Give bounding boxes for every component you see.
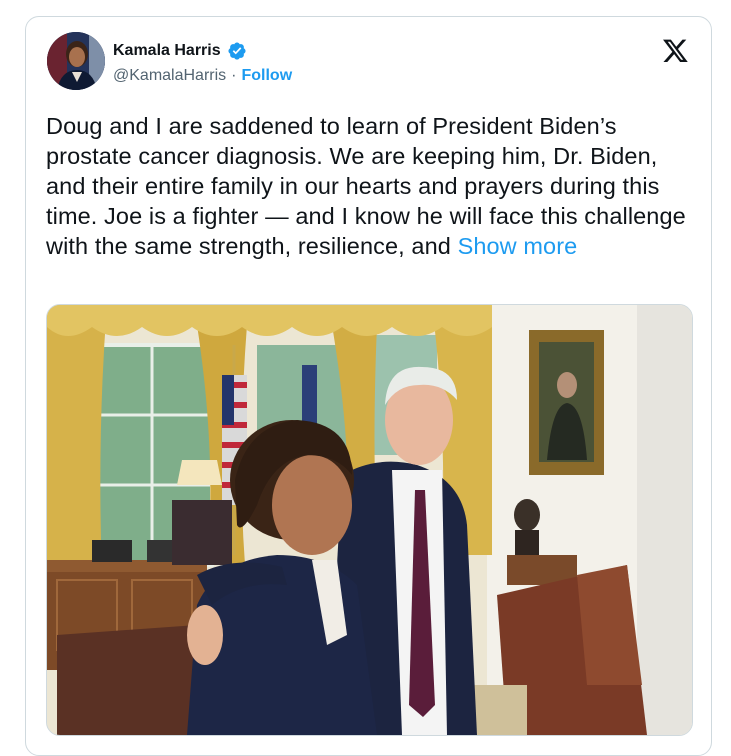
avatar[interactable]: [47, 32, 105, 90]
tweet-photo[interactable]: [46, 304, 693, 736]
tweet-body: Doug and I are saddened to learn of Pres…: [46, 113, 686, 259]
verified-badge-icon: [228, 42, 246, 60]
tweet-card[interactable]: Kamala Harris @KamalaHarris · Follow Dou…: [25, 16, 712, 756]
follow-button[interactable]: Follow: [241, 67, 292, 85]
author-name[interactable]: Kamala Harris: [113, 42, 221, 60]
author-handle[interactable]: @KamalaHarris: [113, 67, 226, 85]
avatar-photo: [47, 32, 105, 90]
show-more-link[interactable]: Show more: [458, 233, 578, 259]
tweet-text: Doug and I are saddened to learn of Pres…: [46, 111, 686, 261]
photo-illustration: [47, 305, 692, 735]
x-logo-icon[interactable]: [662, 37, 689, 64]
separator-dot: ·: [231, 67, 237, 84]
